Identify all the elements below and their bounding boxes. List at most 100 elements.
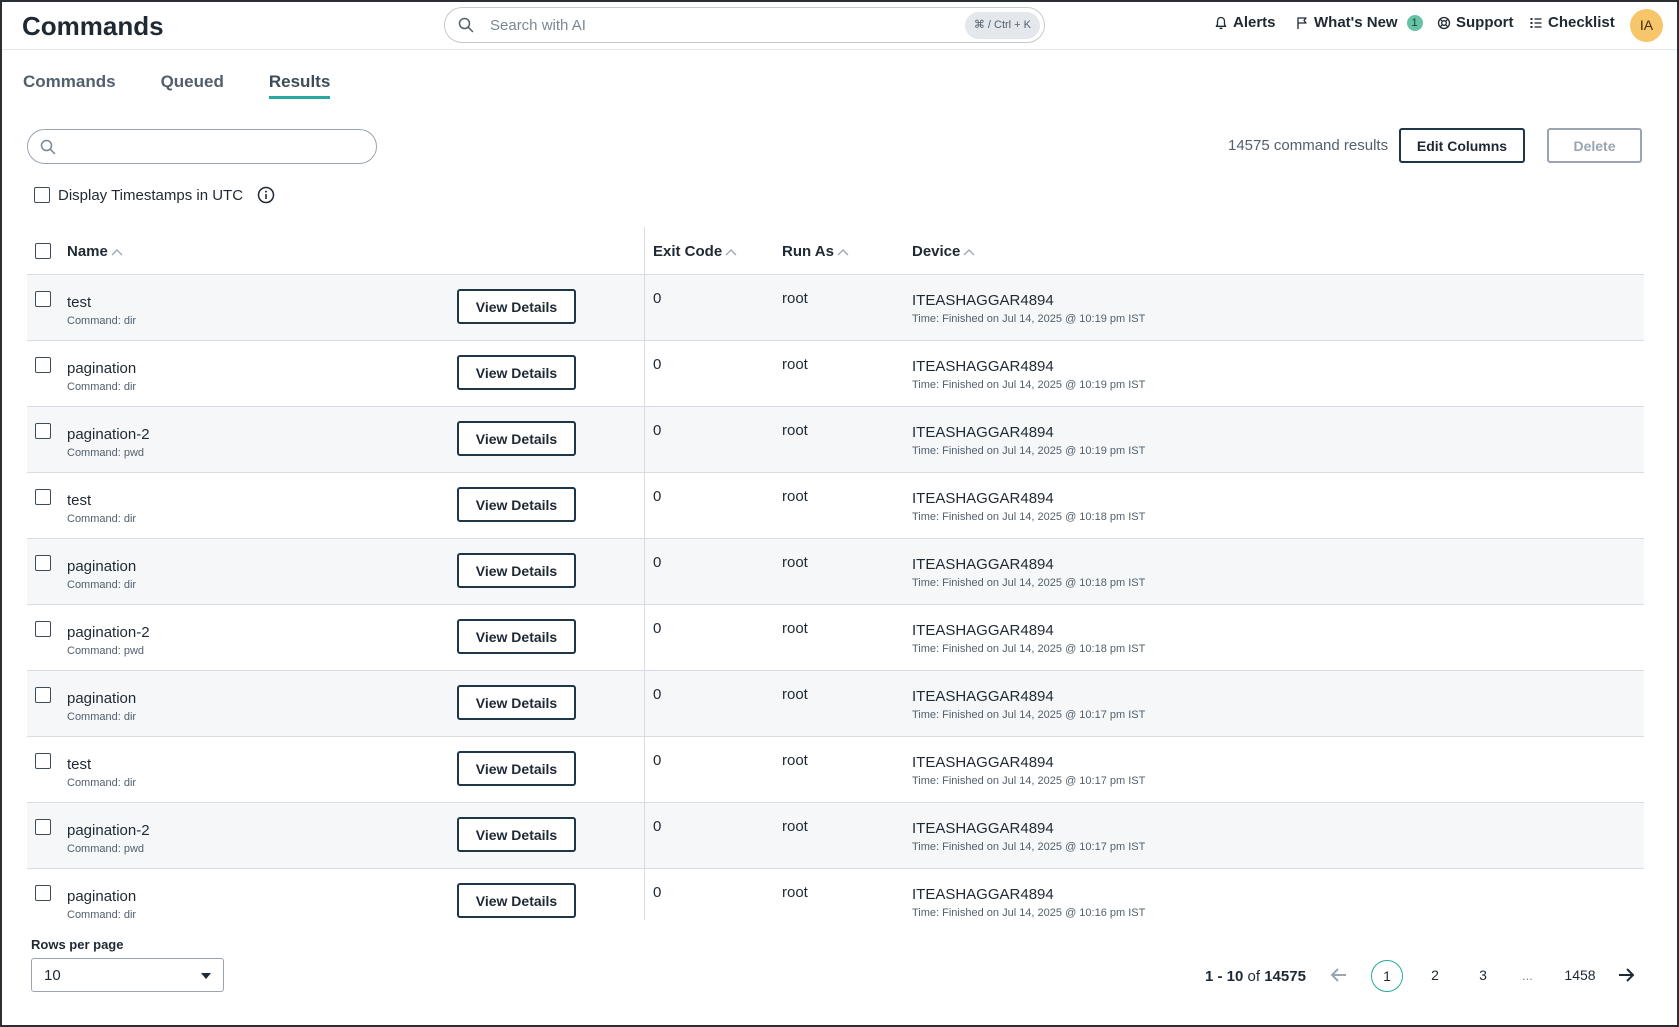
- edit-columns-button[interactable]: Edit Columns: [1399, 128, 1525, 163]
- column-header-device[interactable]: Device: [912, 243, 975, 260]
- view-details-button[interactable]: View Details: [457, 487, 576, 522]
- checklist-link[interactable]: Checklist: [1529, 14, 1615, 31]
- page-button-3[interactable]: 3: [1467, 960, 1499, 992]
- finished-time: Time: Finished on Jul 14, 2025 @ 10:19 p…: [912, 313, 1146, 325]
- command-name: test: [67, 492, 92, 509]
- row-checkbox[interactable]: [35, 489, 51, 505]
- run-as: root: [782, 686, 808, 703]
- delete-button[interactable]: Delete: [1547, 128, 1642, 163]
- exit-code: 0: [653, 752, 662, 769]
- view-details-button[interactable]: View Details: [457, 751, 576, 786]
- row-checkbox[interactable]: [35, 885, 51, 901]
- flag-icon: [1297, 16, 1307, 29]
- view-details-button[interactable]: View Details: [457, 883, 576, 918]
- lifebuoy-icon: [1437, 16, 1451, 29]
- run-as: root: [782, 356, 808, 373]
- page-title: Commands: [22, 11, 164, 41]
- row-checkbox[interactable]: [35, 357, 51, 373]
- view-details-button[interactable]: View Details: [457, 817, 576, 852]
- row-checkbox[interactable]: [35, 819, 51, 835]
- row-checkbox[interactable]: [35, 291, 51, 307]
- row-checkbox[interactable]: [35, 423, 51, 439]
- support-link[interactable]: Support: [1437, 14, 1514, 31]
- whats-new-label: What's New: [1314, 14, 1398, 31]
- command-name: pagination: [67, 888, 137, 905]
- device-name: ITEASHAGGAR4894: [912, 556, 1054, 573]
- table-row: pagination-2 Command: pwd View Details 0…: [27, 407, 1644, 473]
- view-details-button[interactable]: View Details: [457, 289, 576, 324]
- tab-queued[interactable]: Queued: [161, 72, 224, 99]
- view-details-button[interactable]: View Details: [457, 355, 576, 390]
- exit-code: 0: [653, 620, 662, 637]
- column-header-name[interactable]: Name: [67, 243, 123, 260]
- utc-label: Display Timestamps in UTC: [58, 186, 244, 204]
- tab-commands[interactable]: Commands: [23, 72, 116, 99]
- page-button-1[interactable]: 1: [1371, 960, 1403, 992]
- rows-per-page-select[interactable]: 10: [31, 958, 224, 992]
- select-all-checkbox[interactable]: [35, 243, 51, 259]
- table-row: pagination-2 Command: pwd View Details 0…: [27, 605, 1644, 671]
- run-as: root: [782, 290, 808, 307]
- device-name: ITEASHAGGAR4894: [912, 424, 1054, 441]
- results-count: 14575 command results: [1228, 137, 1389, 154]
- pagination-ellipsis: ...: [1522, 968, 1533, 983]
- column-header-run-as[interactable]: Run As: [782, 243, 849, 260]
- results-table: Name Exit Code Run As Device test Comman…: [27, 227, 1644, 920]
- sort-chevron-icon: [837, 248, 849, 255]
- command-text: Command: pwd: [67, 843, 145, 855]
- user-avatar[interactable]: IA: [1630, 9, 1663, 42]
- tab-results[interactable]: Results: [268, 72, 331, 99]
- run-as: root: [782, 620, 808, 637]
- run-as: root: [782, 422, 808, 439]
- table-row: pagination Command: dir View Details 0 r…: [27, 671, 1644, 737]
- command-text: Command: dir: [67, 909, 137, 920]
- row-checkbox[interactable]: [35, 753, 51, 769]
- results-search-input[interactable]: [27, 129, 377, 164]
- window-frame: Commands Search with AI ⌘ / Ctrl + K Ale…: [0, 0, 1679, 1027]
- command-name: pagination-2: [67, 426, 150, 443]
- row-checkbox[interactable]: [35, 621, 51, 637]
- device-name: ITEASHAGGAR4894: [912, 688, 1054, 705]
- command-name: test: [67, 294, 92, 311]
- command-name: pagination: [67, 360, 137, 377]
- command-text: Command: dir: [67, 381, 137, 393]
- arrow-right-icon[interactable]: [1616, 965, 1636, 985]
- command-text: Command: dir: [67, 579, 137, 591]
- row-checkbox[interactable]: [35, 555, 51, 571]
- row-checkbox[interactable]: [35, 687, 51, 703]
- alerts-link[interactable]: Alerts: [1214, 14, 1276, 31]
- utc-checkbox[interactable]: [34, 187, 50, 203]
- ai-search-placeholder: Search with AI: [490, 17, 586, 34]
- view-details-button[interactable]: View Details: [457, 553, 576, 588]
- search-icon: [40, 139, 56, 155]
- whats-new-link[interactable]: What's New 1: [1295, 14, 1423, 31]
- view-details-button[interactable]: View Details: [457, 421, 576, 456]
- device-name: ITEASHAGGAR4894: [912, 292, 1054, 309]
- checklist-icon: [1530, 17, 1542, 28]
- ai-search-input[interactable]: Search with AI ⌘ / Ctrl + K: [444, 7, 1045, 43]
- column-header-exit-code[interactable]: Exit Code: [653, 243, 737, 260]
- page-button-2[interactable]: 2: [1419, 960, 1451, 992]
- exit-code: 0: [653, 290, 662, 307]
- device-name: ITEASHAGGAR4894: [912, 490, 1054, 507]
- alerts-label: Alerts: [1233, 14, 1276, 31]
- exit-code: 0: [653, 422, 662, 439]
- utc-toggle-row: Display Timestamps in UTC: [34, 186, 275, 204]
- finished-time: Time: Finished on Jul 14, 2025 @ 10:18 p…: [912, 511, 1146, 523]
- table-row: test Command: dir View Details 0 root IT…: [27, 737, 1644, 803]
- finished-time: Time: Finished on Jul 14, 2025 @ 10:18 p…: [912, 643, 1146, 655]
- page-button-last[interactable]: 1458: [1563, 960, 1597, 992]
- command-name: pagination-2: [67, 624, 150, 641]
- command-name: pagination-2: [67, 822, 150, 839]
- view-details-button[interactable]: View Details: [457, 685, 576, 720]
- whats-new-badge: 1: [1406, 14, 1423, 31]
- sort-chevron-icon: [963, 248, 975, 255]
- run-as: root: [782, 752, 808, 769]
- arrow-left-icon[interactable]: [1329, 965, 1349, 985]
- tab-bar: Commands Queued Results: [23, 72, 375, 99]
- view-details-button[interactable]: View Details: [457, 619, 576, 654]
- finished-time: Time: Finished on Jul 14, 2025 @ 10:16 p…: [912, 907, 1146, 919]
- exit-code: 0: [653, 488, 662, 505]
- info-icon[interactable]: [257, 186, 275, 204]
- column-divider[interactable]: [644, 227, 645, 920]
